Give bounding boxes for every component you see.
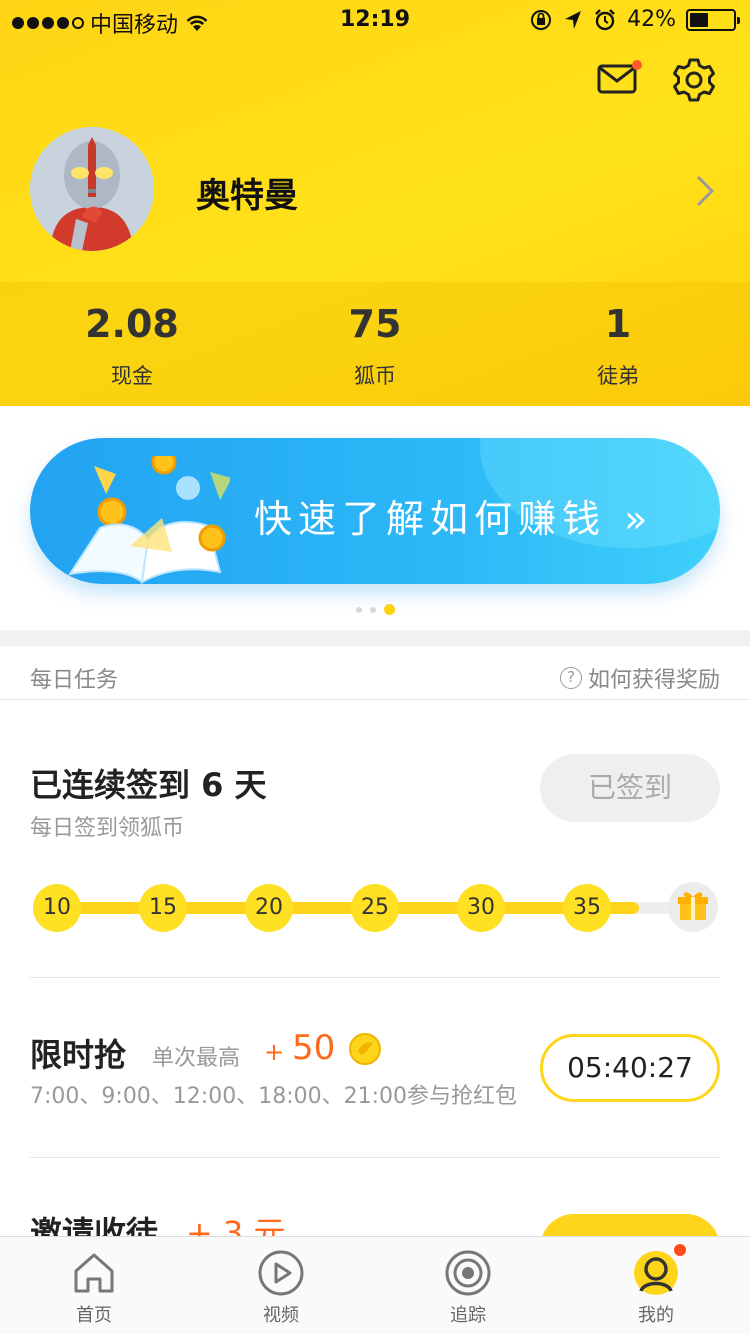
checkin-day-node: 25 xyxy=(351,884,399,932)
avatar[interactable] xyxy=(30,127,154,251)
stat-label: 现金 xyxy=(111,364,153,388)
flash-sale-plus: + xyxy=(264,1038,285,1066)
indicator-dot xyxy=(383,604,395,615)
rotation-lock-icon xyxy=(531,9,552,30)
checkin-day-node: 35 xyxy=(563,884,611,932)
page-indicator xyxy=(0,604,750,615)
section-title: 每日任务 xyxy=(30,668,119,693)
divider xyxy=(30,977,720,978)
fox-coin-icon xyxy=(349,1033,381,1065)
help-icon: ? xyxy=(559,667,582,689)
status-bar: 中国移动 12:19 42% xyxy=(0,0,750,40)
banner-text: 快速了解如何赚钱 » xyxy=(254,497,654,541)
tab-mine[interactable]: 我的 xyxy=(596,1249,716,1327)
signed-in-button[interactable]: 已签到 xyxy=(540,754,720,822)
reward-help-label: 如何获得奖励 xyxy=(587,668,720,693)
banner-section: 快速了解如何赚钱 » xyxy=(0,406,750,630)
tab-track[interactable]: 追踪 xyxy=(408,1249,528,1327)
avatar-image xyxy=(30,127,154,251)
checkin-title: 已连续签到 6 天 xyxy=(30,766,267,804)
stat-label: 徒弟 xyxy=(597,364,639,388)
flash-sale-note: 单次最高 xyxy=(152,1046,241,1071)
user-icon xyxy=(634,1251,678,1295)
gear-icon xyxy=(673,58,715,102)
chevron-right-icon[interactable] xyxy=(694,174,716,208)
unread-badge xyxy=(632,60,642,70)
stat-coins[interactable]: 75 狐币 xyxy=(275,302,475,390)
flash-sale-times: 7:00、9:00、12:00、18:00、21:00参与抢红包 xyxy=(30,1084,518,1109)
stats-row: 2.08 现金 75 狐币 1 徒弟 xyxy=(0,282,750,406)
tab-label: 首页 xyxy=(76,1305,112,1326)
checkin-day-node: 10 xyxy=(33,884,81,932)
radar-icon xyxy=(445,1250,491,1296)
battery-fill xyxy=(690,12,708,27)
stat-value: 2.08 xyxy=(85,302,179,346)
status-right: 42% xyxy=(529,7,740,32)
divider xyxy=(30,1157,720,1158)
stat-apprentices[interactable]: 1 徒弟 xyxy=(518,302,718,390)
checkin-day-node: 15 xyxy=(139,884,187,932)
play-icon xyxy=(258,1250,304,1296)
gift-reward-node[interactable] xyxy=(668,882,718,932)
countdown-timer[interactable]: 05:40:27 xyxy=(540,1034,720,1102)
battery-percent: 42% xyxy=(627,7,676,32)
stat-cash[interactable]: 2.08 现金 xyxy=(32,302,232,390)
stat-value: 1 xyxy=(604,302,632,346)
checkin-day-node: 30 xyxy=(457,884,505,932)
tab-bar: 首页 视频 追踪 我的 xyxy=(0,1236,750,1334)
location-icon xyxy=(565,10,582,29)
tab-home[interactable]: 首页 xyxy=(34,1249,154,1327)
username[interactable]: 奥特曼 xyxy=(196,168,298,217)
flash-sale-title: 限时抢 xyxy=(30,1036,127,1074)
profile-header: 中国移动 12:19 42% 奥特曼 2.08 现金 75 狐币 1 徒弟 xyxy=(0,0,750,406)
tab-video[interactable]: 视频 xyxy=(221,1249,341,1327)
stat-label: 狐币 xyxy=(354,364,396,388)
section-gap xyxy=(0,630,750,646)
mail-button[interactable] xyxy=(596,58,642,104)
daily-tasks-header: 每日任务 ? 如何获得奖励 xyxy=(0,646,750,700)
notification-badge xyxy=(674,1244,686,1256)
tab-label: 视频 xyxy=(263,1305,299,1326)
flash-sale-amount: 50 xyxy=(292,1028,336,1068)
tab-label: 我的 xyxy=(638,1305,674,1326)
checkin-subtitle: 每日签到领狐币 xyxy=(30,816,185,841)
battery-icon xyxy=(686,8,740,31)
tab-label: 追踪 xyxy=(450,1305,486,1326)
indicator-dot xyxy=(369,606,376,613)
earn-money-banner[interactable]: 快速了解如何赚钱 » xyxy=(30,438,720,584)
gift-icon xyxy=(678,892,708,920)
indicator-dot xyxy=(355,606,362,613)
alarm-icon xyxy=(595,8,615,30)
stat-value: 75 xyxy=(348,302,402,346)
reward-help-link[interactable]: ? 如何获得奖励 xyxy=(559,662,720,694)
settings-button[interactable] xyxy=(670,56,718,104)
book-coins-icon xyxy=(67,456,230,584)
home-icon xyxy=(74,1253,114,1293)
checkin-day-node: 20 xyxy=(245,884,293,932)
